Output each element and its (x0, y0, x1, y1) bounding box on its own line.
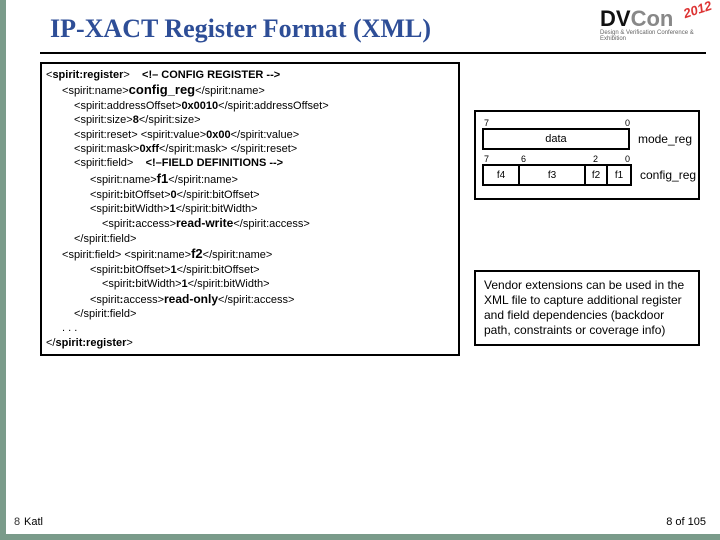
logo-sub: Design & Verification Conference & Exhib… (600, 30, 708, 42)
mask-close: spirit:mask (159, 143, 227, 155)
bit-lo: 0 (625, 118, 630, 128)
mask-open: spirit:mask (74, 143, 139, 155)
value-open: spirit:value (141, 129, 206, 141)
reset-open: spirit:reset (74, 129, 138, 141)
dots: . . . (46, 321, 454, 335)
f2-bo-open: <spirit:bitOffset> (90, 264, 171, 276)
value-close: spirit:value (231, 129, 300, 141)
f2-bw-open: <spirit:bitWidth> (102, 278, 182, 290)
f2-name-close: spirit:name (203, 249, 273, 261)
f2-name-open: spirit:name (124, 249, 191, 261)
field2-open: spirit:field (62, 249, 121, 261)
f2-bo-close: spirit:bitOffset (177, 264, 260, 276)
page-number: 8 of 105 (666, 516, 706, 528)
addr-close: spirit:addressOffset (218, 100, 328, 112)
xml-code-box: spirit:register <!– CONFIG REGISTER --> … (40, 62, 460, 356)
f1-bw-open: <spirit:bitWidth> (90, 203, 170, 215)
title-rule (40, 52, 706, 54)
comment-config: <!– CONFIG REGISTER --> (142, 69, 280, 81)
bit-hi: 7 (484, 118, 489, 128)
size-close: spirit:size (139, 114, 201, 126)
f2-bw-close: spirit:bitWidth (188, 278, 270, 290)
register-open-tag: spirit:register (46, 69, 130, 81)
mode-reg-box: data (482, 128, 630, 150)
f2-acc-close: spirit:access (218, 294, 294, 306)
register-diagram: 7 0 data mode_reg 7 6 2 0 f4 f3 (474, 110, 700, 200)
f1-bw-close: spirit:bitWidth (176, 203, 258, 215)
config-reg-label: config_reg (640, 168, 696, 182)
f1-name-close: spirit:name (168, 174, 238, 186)
addr-val: 0x0010 (181, 100, 218, 112)
size-open: spirit:size (74, 114, 133, 126)
f2-acc-open: <spirit:access> (90, 294, 164, 306)
field-f1: f1 (608, 166, 630, 184)
comment-fields: <!–FIELD DEFINITIONS --> (146, 157, 284, 169)
addr-open: spirit:addressOffset (74, 100, 181, 112)
f1-name: f1 (157, 171, 169, 186)
field-f4: f4 (484, 166, 520, 184)
name-open: spirit:name (62, 85, 129, 97)
config-bits: 7 6 2 0 (482, 154, 632, 164)
mode-reg-label: mode_reg (638, 132, 692, 146)
logo-con: Con (631, 6, 674, 31)
field-f3: f3 (520, 166, 586, 184)
f2-acc: read-only (164, 292, 218, 306)
field-f2: f2 (586, 166, 608, 184)
content-area: spirit:register <!– CONFIG REGISTER --> … (14, 62, 720, 356)
name-close: spirit:name (195, 85, 265, 97)
mask-val: 0xff (139, 143, 159, 155)
vendor-note: Vendor extensions can be used in the XML… (474, 270, 700, 346)
f1-bo-close: spirit:bitOffset (177, 189, 260, 201)
f1-acc: read-write (176, 216, 233, 230)
name-val: config_reg (129, 82, 195, 97)
register-close-tag: spirit:register (46, 337, 133, 349)
f1-bo-open: <spirit:bitOffset> (90, 189, 171, 201)
mode-bits: 7 0 (482, 118, 632, 128)
f1-acc-open: <spirit:access> (102, 218, 176, 230)
reset-close: spirit:reset (231, 143, 298, 155)
field2-close: spirit:field (74, 308, 136, 320)
value-val: 0x00 (206, 129, 230, 141)
field1-close: spirit:field (74, 233, 136, 245)
f1-name-open: spirit:name (90, 174, 157, 186)
logo: DVCon 2012 Design & Verification Confere… (600, 6, 708, 44)
field1-open: spirit:field (74, 157, 133, 169)
config-reg-fields: f4 f3 f2 f1 (482, 164, 632, 186)
f1-acc-close: spirit:access (233, 218, 309, 230)
right-column: 7 0 data mode_reg 7 6 2 0 f4 f3 (460, 62, 700, 356)
footer-left: 8 (14, 516, 20, 528)
logo-dv: DV (600, 6, 631, 31)
f2-name: f2 (191, 246, 203, 261)
footer-author: Katl (24, 516, 43, 528)
